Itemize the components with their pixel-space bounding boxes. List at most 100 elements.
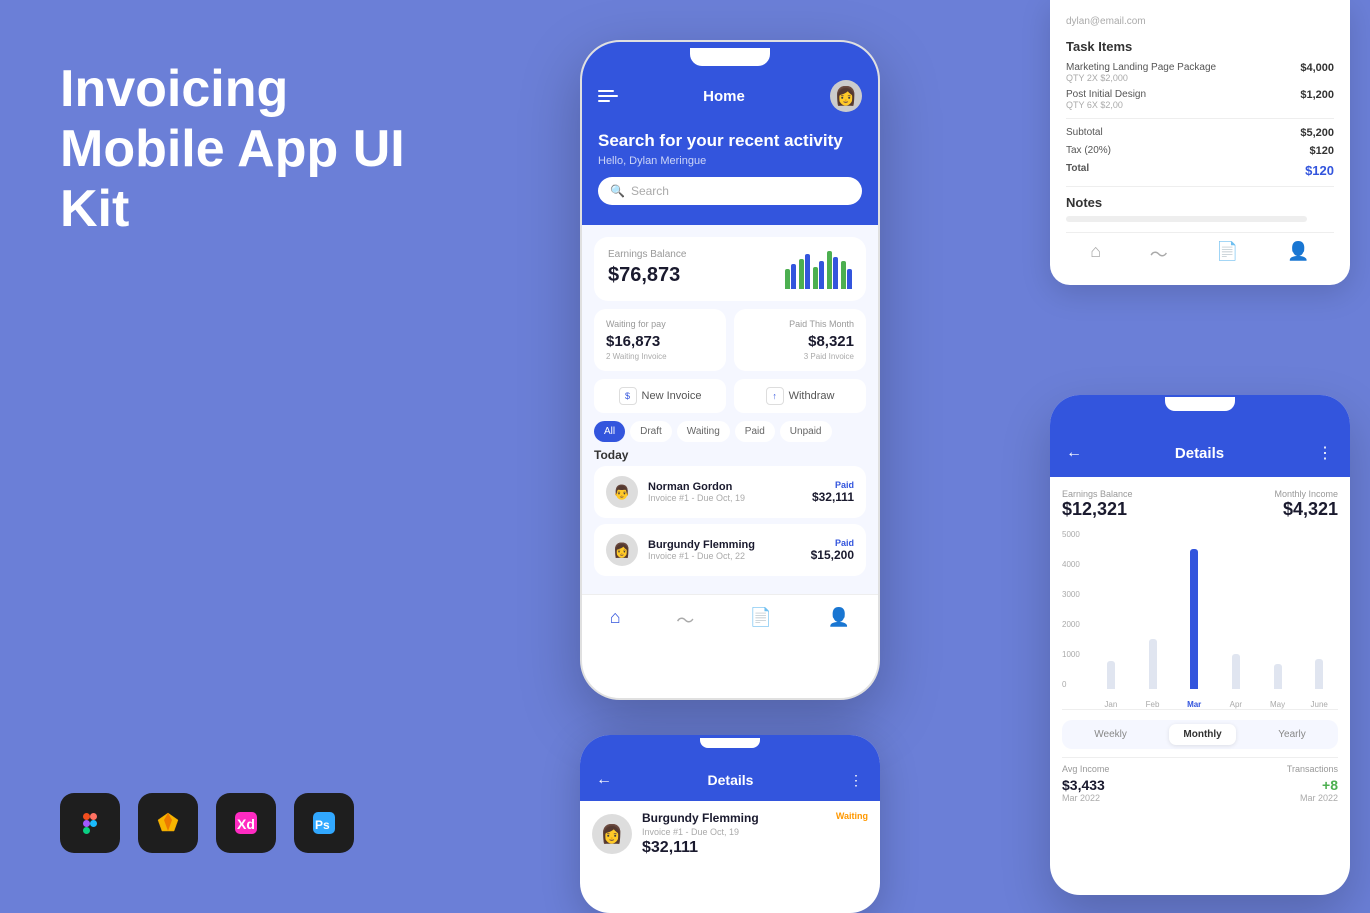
panel-icon-profile[interactable]: 👤 [1287,241,1309,267]
panel-icon-home[interactable]: ⌂ [1090,241,1101,267]
filter-unpaid[interactable]: Unpaid [780,421,832,442]
bottom-invoice-amount: $32,111 [642,839,868,857]
user-avatar[interactable]: 👩 [830,80,862,112]
xd-icon: Xd [216,793,276,853]
paid-value: $8,321 [746,333,854,350]
chart-col-may [1259,530,1297,689]
transactions-value: +8 [1287,777,1338,793]
panel-row-subtotal: Subtotal $5,200 [1066,127,1334,139]
bottom-phone-body: 👩 Burgundy Flemming Waiting Invoice #1 -… [580,801,880,867]
phone-body: Earnings Balance $76,873 Waiting for pay… [582,225,878,594]
bottom-phone-title: Details [612,772,849,788]
nav-home[interactable]: ⌂ [602,603,629,637]
new-invoice-icon: $ [619,387,637,405]
panel-bottom-icons: ⌂ 〜 📄 👤 [1066,232,1334,269]
bottom-back-icon[interactable]: ← [596,771,612,789]
transactions-sub: Mar 2022 [1287,793,1338,803]
nav-activity[interactable]: 〜 [668,603,702,637]
waiting-label: Waiting for pay [606,319,714,329]
filter-waiting[interactable]: Waiting [677,421,730,442]
svg-text:Ps: Ps [315,818,330,832]
waiting-sub: 2 Waiting Invoice [606,352,714,361]
svg-text:Xd: Xd [237,816,255,832]
nav-invoice[interactable]: 📄 [742,603,780,637]
hamburger-icon[interactable] [598,90,618,102]
panel-row-1-label: Marketing Landing Page Package [1066,62,1216,73]
bottom-invoice-detail: Invoice #1 - Due Oct, 19 [642,827,868,837]
bottom-more-icon[interactable]: ⋮ [849,772,864,789]
filter-draft[interactable]: Draft [630,421,672,442]
panel-row-tax: Tax (20%) $120 [1066,145,1334,157]
phone-header-title: Home [618,88,830,105]
transactions-label: Transactions [1287,764,1338,774]
filter-all[interactable]: All [594,421,625,442]
new-invoice-button[interactable]: $ New Invoice [594,379,726,413]
stats-row: Waiting for pay $16,873 2 Waiting Invoic… [594,309,866,371]
details-earnings-value: $12,321 [1062,499,1133,520]
panel-subtotal-value: $5,200 [1300,127,1334,139]
back-arrow-icon[interactable]: ← [1066,444,1082,462]
more-options-icon[interactable]: ⋮ [1317,443,1334,463]
details-title: Details [1082,445,1317,462]
invoice-avatar-1: 👨 [606,476,638,508]
invoice-item-1[interactable]: 👨 Norman Gordon Invoice #1 - Due Oct, 19… [594,466,866,518]
invoice-detail-2: Invoice #1 - Due Oct, 22 [648,551,801,561]
panel-icon-activity[interactable]: 〜 [1150,241,1168,267]
panel-tax-label: Tax (20%) [1066,145,1111,157]
bottom-invoice-avatar: 👩 [592,814,632,854]
panel-row-2: Post Initial Design QTY 6X $2,00 $1,200 [1066,89,1334,110]
search-icon: 🔍 [610,184,625,198]
invoice-status-1: Paid [812,480,854,490]
panel-tax-value: $120 [1310,145,1334,157]
panel-icon-invoice[interactable]: 📄 [1216,241,1238,267]
invoice-name-1: Norman Gordon [648,481,802,493]
earnings-amount: $76,873 [608,264,686,287]
invoice-amount-2: $15,200 [811,548,854,562]
tool-icons: Xd Ps [60,793,354,853]
sketch-icon [138,793,198,853]
bottom-phone: ← Details ⋮ 👩 Burgundy Flemming Waiting … [580,735,880,913]
avg-income-sub: Mar 2022 [1062,793,1109,803]
withdraw-button[interactable]: ↑ Withdraw [734,379,866,413]
panel-section-title: Task Items [1066,39,1334,54]
period-weekly[interactable]: Weekly [1080,724,1141,745]
chart-col-jan [1092,530,1130,689]
waiting-value: $16,873 [606,333,714,350]
paid-label: Paid This Month [746,319,854,329]
invoice-amount-1: $32,111 [812,490,854,504]
nav-profile[interactable]: 👤 [820,603,858,637]
notes-label: Notes [1066,195,1334,210]
details-stats-row: Earnings Balance $12,321 Monthly Income … [1062,489,1338,520]
panel-email: dylan@email.com [1066,16,1334,27]
search-bar[interactable]: 🔍 Search [598,177,862,205]
avg-income-label: Avg Income [1062,764,1109,774]
chart-bars [1092,530,1338,689]
invoice-item-2[interactable]: 👩 Burgundy Flemming Invoice #1 - Due Oct… [594,524,866,576]
filter-paid[interactable]: Paid [735,421,775,442]
chart-y-labels: 5000 4000 3000 2000 1000 0 [1062,530,1092,689]
period-monthly[interactable]: Monthly [1169,724,1235,745]
panel-row-2-label: Post Initial Design [1066,89,1146,100]
panel-row-total: Total $120 [1066,163,1334,178]
panel-total-label: Total [1066,163,1089,178]
hamburger-line [598,90,614,92]
waiting-stat: Waiting for pay $16,873 2 Waiting Invoic… [594,309,726,371]
panel-subtotal-label: Subtotal [1066,127,1103,139]
hamburger-line [598,100,610,102]
chart-area: 5000 4000 3000 2000 1000 0 [1062,530,1338,710]
chart-col-feb [1134,530,1172,689]
earnings-chart [785,249,852,289]
chart-x-labels: Jan Feb Mar Apr May June [1092,700,1338,709]
paid-sub: 3 Paid Invoice [746,352,854,361]
bottom-invoice-item[interactable]: 👩 Burgundy Flemming Waiting Invoice #1 -… [592,811,868,857]
details-header: ← Details ⋮ [1050,413,1350,477]
withdraw-label: Withdraw [789,390,835,402]
bottom-invoice-name: Burgundy Flemming [642,811,759,825]
figma-icon [60,793,120,853]
chart-col-june [1300,530,1338,689]
filter-tabs: All Draft Waiting Paid Unpaid [594,421,866,442]
today-label: Today [594,448,866,462]
panel-row-1-sub: QTY 2X $2,000 [1066,73,1216,83]
avg-income-value: $3,433 [1062,777,1109,793]
period-yearly[interactable]: Yearly [1264,724,1319,745]
